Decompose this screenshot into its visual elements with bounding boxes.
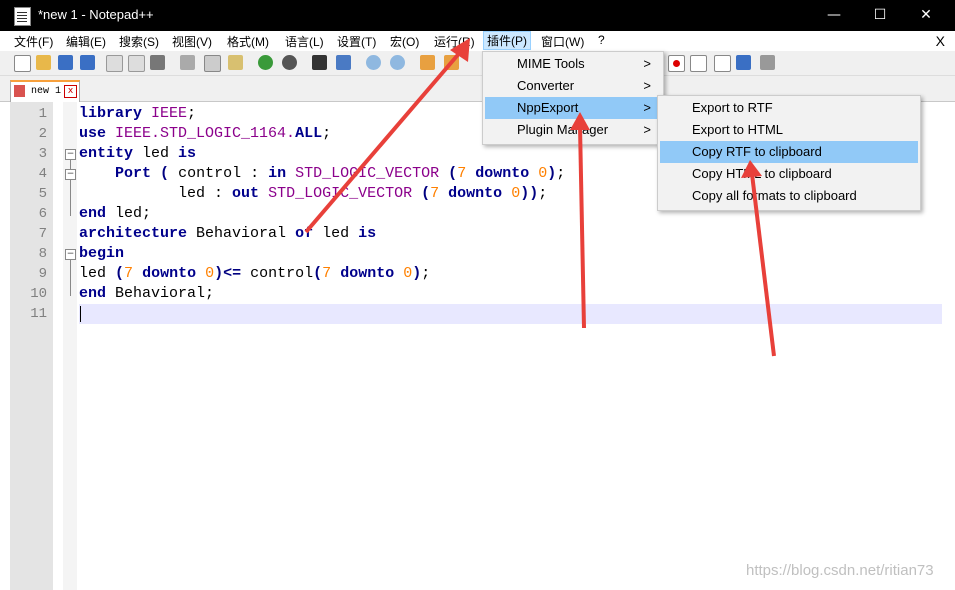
annotation-arrow-nppexport [578,125,586,329]
annotation-arrow-copy-rtf [750,173,776,357]
watermark: https://blog.csdn.net/ritian73 [746,562,934,579]
arrowhead-icon [741,160,762,178]
annotation-arrows [304,38,776,357]
annotation-arrow-plugins [304,48,464,234]
arrowhead-icon [570,112,590,130]
